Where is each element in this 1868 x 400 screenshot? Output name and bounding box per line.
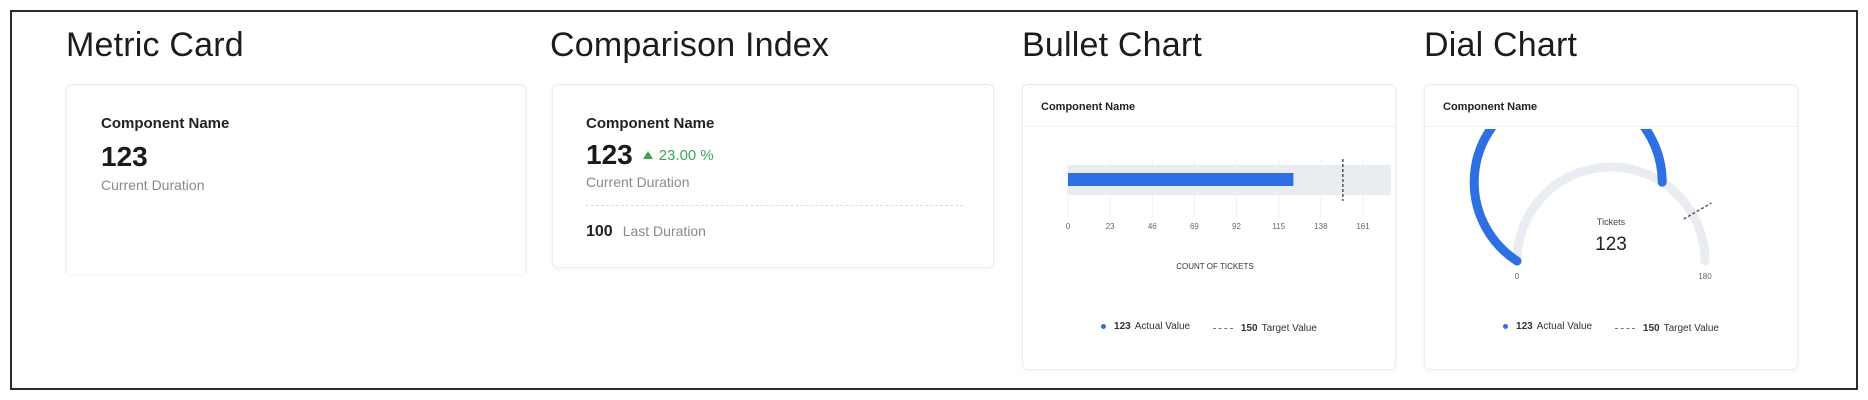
- last-duration-row: 100 Last Duration: [586, 223, 706, 241]
- comparison-value-row: 123 23.00 %: [586, 139, 714, 171]
- comparison-sub-label: Current Duration: [586, 174, 690, 190]
- legend-target-label: Target Value: [1663, 323, 1719, 334]
- x-axis-label: COUNT OF TICKETS: [1176, 262, 1254, 271]
- section-title-metric-card: Metric Card: [66, 26, 244, 64]
- tick-label: 138: [1314, 222, 1328, 231]
- dial-center-label: Tickets: [1597, 217, 1626, 227]
- tick-label: 69: [1190, 222, 1199, 231]
- component-name: Component Name: [586, 115, 715, 132]
- tick-label: 161: [1356, 222, 1370, 231]
- legend-actual-value: 123: [1516, 321, 1533, 332]
- section-title-dial-chart: Dial Chart: [1424, 26, 1578, 64]
- legend-actual: 123 Actual Value: [1101, 321, 1190, 332]
- dial-max-label: 180: [1698, 272, 1712, 281]
- actual-dot-icon: [1503, 324, 1509, 329]
- last-value: 100: [586, 223, 613, 240]
- tick-label: 0: [1066, 222, 1071, 231]
- last-label: Last Duration: [622, 223, 706, 239]
- legend-actual-label: Actual Value: [1134, 321, 1191, 332]
- bullet-chart-card[interactable]: Component Name 0 23 46 69 92 115 138 161 COUNT O…: [1022, 84, 1396, 370]
- actual-dot-icon: [1101, 324, 1107, 329]
- metric-card[interactable]: Component Name 123 Current Duration: [66, 84, 526, 274]
- section-title-bullet-chart: Bullet Chart: [1022, 26, 1203, 64]
- trend-badge: 23.00 %: [642, 146, 714, 164]
- bullet-chart: 0 23 46 69 92 115 138 161 COUNT OF TICKETS: [1066, 159, 1391, 271]
- legend-target-value: 150: [1642, 323, 1660, 334]
- trend-up-icon: [642, 150, 653, 159]
- trend-value: 23.00 %: [658, 146, 714, 164]
- component-name: Component Name: [101, 115, 230, 132]
- metric-sub-label: Current Duration: [101, 177, 205, 193]
- comparison-card[interactable]: Component Name 123 23.00 % Current Durat…: [552, 84, 994, 268]
- divider: [586, 205, 963, 206]
- tick-label: 115: [1272, 222, 1285, 231]
- target-dash-icon: [1614, 328, 1635, 329]
- component-name: Component Name: [1023, 85, 1395, 127]
- component-name: Component Name: [1425, 85, 1797, 127]
- comparison-value: 123: [586, 139, 633, 170]
- legend-actual-value: 123: [1114, 321, 1131, 332]
- tick-label: 92: [1232, 222, 1241, 231]
- legend-actual-label: Actual Value: [1536, 321, 1593, 332]
- dial-min-label: 0: [1515, 272, 1520, 281]
- dial-chart-card[interactable]: Component Name Tickets 123 0 180 123 Actual…: [1424, 84, 1798, 370]
- dial-actual-arc: [1469, 129, 1667, 266]
- target-dash-icon: [1212, 328, 1233, 329]
- legend-target: 150 Target Value: [1212, 323, 1317, 334]
- legend-target: 150 Target Value: [1614, 323, 1719, 334]
- dial-legend: 123 Actual Value 150 Target Value: [1425, 321, 1797, 334]
- tick-label: 46: [1148, 222, 1157, 231]
- tick-label: 23: [1106, 222, 1115, 231]
- bullet-legend: 123 Actual Value 150 Target Value: [1023, 321, 1395, 334]
- legend-actual: 123 Actual Value: [1503, 321, 1592, 332]
- dial-chart: Tickets 123 0 180: [1469, 129, 1712, 281]
- legend-target-label: Target Value: [1261, 323, 1317, 334]
- bullet-actual-bar: [1068, 173, 1294, 186]
- section-title-comparison-index: Comparison Index: [550, 26, 830, 64]
- dial-center-value: 123: [1595, 234, 1627, 255]
- metric-value: 123: [101, 141, 148, 172]
- legend-target-value: 150: [1240, 323, 1258, 334]
